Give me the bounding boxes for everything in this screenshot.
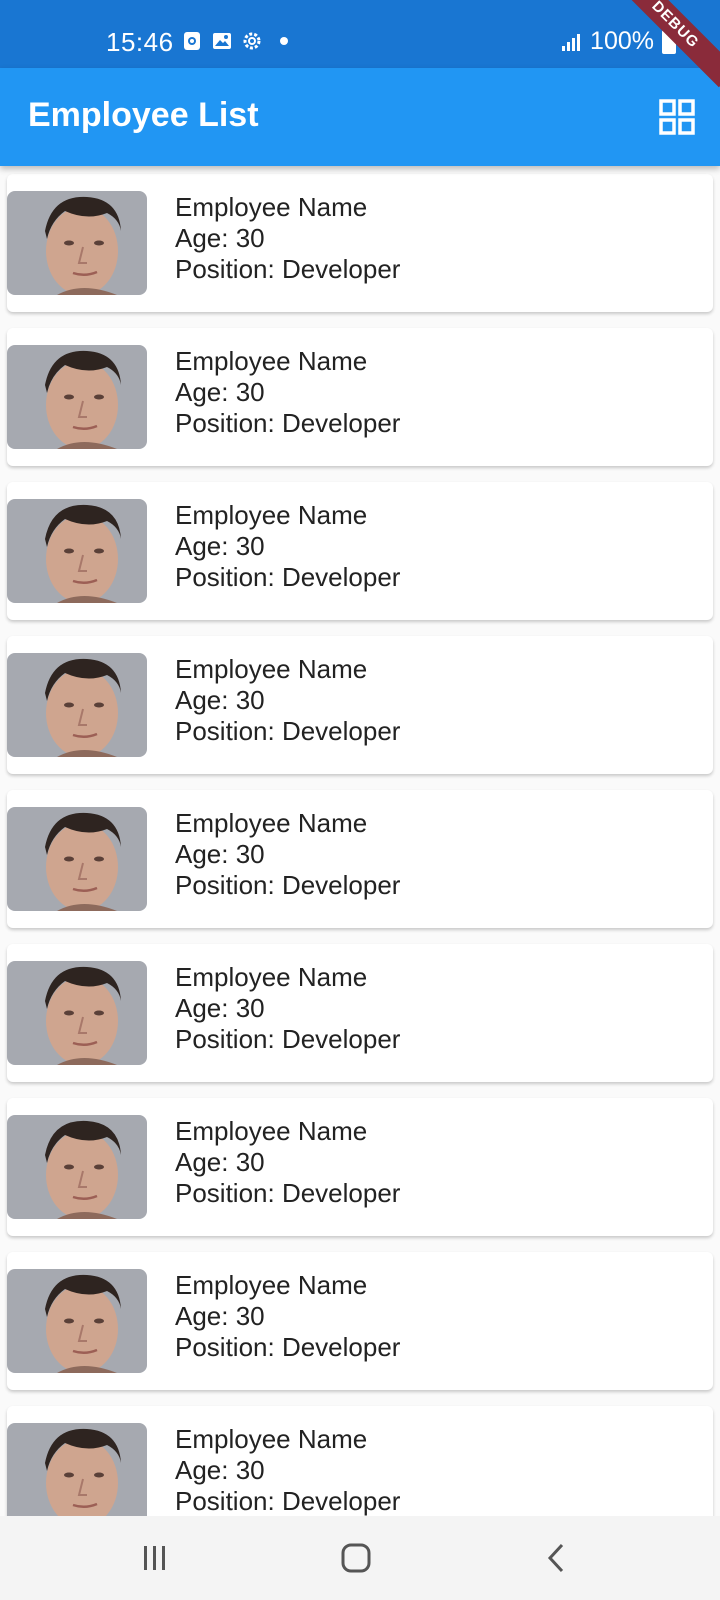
status-time: 15:46	[106, 27, 174, 57]
employee-photo	[7, 1115, 147, 1219]
employee-name: Employee Name	[175, 808, 368, 838]
gallery-icon	[213, 33, 231, 49]
employee-photo	[7, 499, 147, 603]
employee-position: Position: Developer	[175, 1332, 401, 1362]
person-portrait-icon	[7, 1269, 147, 1373]
employee-info: Employee Name Age: 30 Position: Develope…	[175, 192, 400, 285]
employee-info: Employee Name Age: 30 Position: Develope…	[175, 500, 400, 593]
employee-name: Employee Name	[175, 1424, 368, 1454]
employee-position: Position: Developer	[175, 870, 401, 900]
employee-name: Employee Name	[175, 192, 368, 222]
home-icon[interactable]	[336, 1538, 376, 1578]
dot-icon	[280, 37, 288, 45]
grid-view-icon[interactable]	[658, 98, 696, 136]
employee-photo	[7, 653, 147, 757]
employee-age: Age: 30	[175, 685, 265, 715]
person-portrait-icon	[7, 1423, 147, 1516]
employee-card[interactable]: Employee Name Age: 30 Position: Develope…	[7, 174, 713, 312]
status-bar: 15:46 100%	[0, 0, 720, 68]
employee-name: Employee Name	[175, 1270, 368, 1300]
settings-icon	[243, 32, 261, 50]
employee-info: Employee Name Age: 30 Position: Develope…	[175, 962, 400, 1055]
employee-name: Employee Name	[175, 654, 368, 684]
employee-card[interactable]: Employee Name Age: 30 Position: Develope…	[7, 1406, 713, 1516]
employee-name: Employee Name	[175, 346, 368, 376]
employee-info: Employee Name Age: 30 Position: Develope…	[175, 346, 400, 439]
person-portrait-icon	[7, 1115, 147, 1219]
employee-position: Position: Developer	[175, 562, 401, 592]
employee-photo	[7, 961, 147, 1065]
employee-age: Age: 30	[175, 377, 265, 407]
person-portrait-icon	[7, 499, 147, 603]
person-portrait-icon	[7, 961, 147, 1065]
camera-notification-icon	[184, 32, 200, 50]
employee-card[interactable]: Employee Name Age: 30 Position: Develope…	[7, 790, 713, 928]
employee-position: Position: Developer	[175, 1178, 401, 1208]
employee-card[interactable]: Employee Name Age: 30 Position: Develope…	[7, 1098, 713, 1236]
navigation-bar	[0, 1516, 720, 1600]
employee-position: Position: Developer	[175, 1024, 401, 1054]
employee-position: Position: Developer	[175, 408, 401, 438]
employee-name: Employee Name	[175, 500, 368, 530]
employee-list[interactable]: Employee Name Age: 30 Position: Develope…	[0, 166, 720, 1516]
status-notification-icons	[182, 31, 288, 51]
employee-age: Age: 30	[175, 1301, 265, 1331]
employee-photo	[7, 1269, 147, 1373]
page-title: Employee List	[28, 96, 259, 134]
employee-photo	[7, 191, 147, 295]
battery-percentage: 100%	[590, 27, 654, 55]
employee-age: Age: 30	[175, 839, 265, 869]
employee-age: Age: 30	[175, 531, 265, 561]
employee-photo	[7, 345, 147, 449]
person-portrait-icon	[7, 807, 147, 911]
employee-age: Age: 30	[175, 993, 265, 1023]
employee-info: Employee Name Age: 30 Position: Develope…	[175, 1270, 400, 1363]
employee-info: Employee Name Age: 30 Position: Develope…	[175, 1424, 400, 1516]
employee-position: Position: Developer	[175, 254, 401, 284]
person-portrait-icon	[7, 191, 147, 295]
back-icon[interactable]	[538, 1538, 578, 1578]
recent-apps-icon[interactable]	[135, 1538, 175, 1578]
person-portrait-icon	[7, 345, 147, 449]
signal-icon	[562, 33, 581, 51]
employee-info: Employee Name Age: 30 Position: Develope…	[175, 808, 400, 901]
employee-info: Employee Name Age: 30 Position: Develope…	[175, 654, 400, 747]
employee-age: Age: 30	[175, 1147, 265, 1177]
employee-card[interactable]: Employee Name Age: 30 Position: Develope…	[7, 482, 713, 620]
employee-age: Age: 30	[175, 223, 265, 253]
app-bar: Employee List	[0, 68, 720, 166]
employee-card[interactable]: Employee Name Age: 30 Position: Develope…	[7, 1252, 713, 1390]
employee-card[interactable]: Employee Name Age: 30 Position: Develope…	[7, 636, 713, 774]
employee-info: Employee Name Age: 30 Position: Develope…	[175, 1116, 400, 1209]
employee-card[interactable]: Employee Name Age: 30 Position: Develope…	[7, 328, 713, 466]
employee-name: Employee Name	[175, 962, 368, 992]
person-portrait-icon	[7, 653, 147, 757]
employee-position: Position: Developer	[175, 716, 401, 746]
employee-age: Age: 30	[175, 1455, 265, 1485]
employee-card[interactable]: Employee Name Age: 30 Position: Develope…	[7, 944, 713, 1082]
employee-photo	[7, 807, 147, 911]
employee-name: Employee Name	[175, 1116, 368, 1146]
status-right: 100%	[560, 26, 676, 56]
employee-position: Position: Developer	[175, 1486, 401, 1516]
employee-photo	[7, 1423, 147, 1516]
